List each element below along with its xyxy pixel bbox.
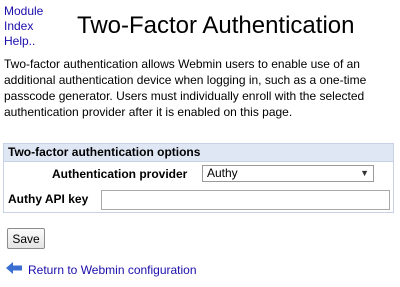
module-links: Module Index Help.. xyxy=(4,4,43,49)
return-link-label: Return to Webmin configuration xyxy=(28,262,197,277)
provider-label: Authentication provider xyxy=(52,167,188,181)
return-link[interactable]: Return to Webmin configuration xyxy=(6,262,197,277)
api-key-label: Authy API key xyxy=(8,192,89,206)
provider-selected-value: Authy xyxy=(207,166,238,180)
help-link[interactable]: Help.. xyxy=(4,34,43,49)
options-panel: Two-factor authentication options Authen… xyxy=(3,143,394,213)
panel-header: Two-factor authentication options xyxy=(4,144,393,162)
intro-text: Two-factor authentication allows Webmin … xyxy=(4,57,367,119)
save-button[interactable]: Save xyxy=(7,228,45,249)
page-title: Two-Factor Authentication xyxy=(77,12,355,39)
left-arrow-icon xyxy=(6,262,22,277)
module-link[interactable]: Module xyxy=(4,4,43,19)
provider-select[interactable]: Authy ▼ xyxy=(202,165,374,182)
chevron-down-icon: ▼ xyxy=(360,168,369,178)
index-link[interactable]: Index xyxy=(4,19,43,34)
api-key-input[interactable] xyxy=(101,190,390,210)
page: Module Index Help.. Two-Factor Authentic… xyxy=(0,0,400,287)
